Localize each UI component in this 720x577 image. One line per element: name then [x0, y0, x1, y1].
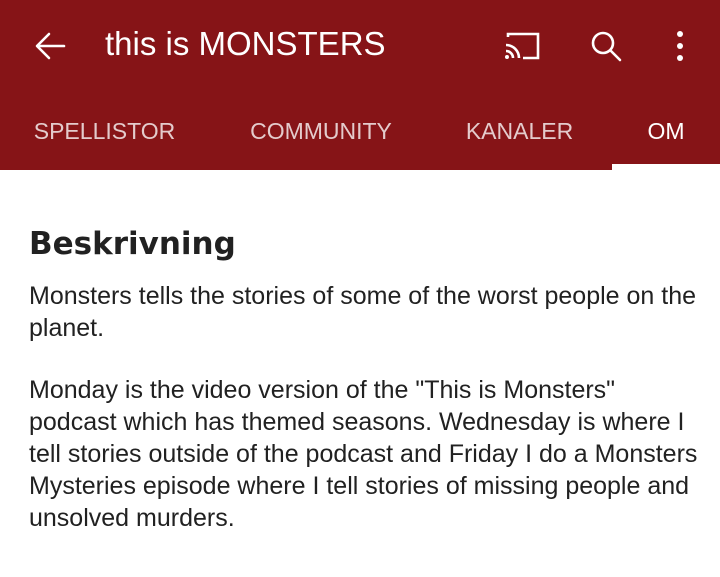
active-tab-indicator [612, 164, 720, 170]
search-icon [591, 31, 622, 62]
description-heading: Beskrivning [29, 226, 236, 262]
top-toolbar: this is MONSTERS [0, 0, 720, 90]
tab-playlists[interactable]: SPELLISTOR [22, 100, 187, 162]
cast-icon [505, 32, 540, 60]
about-section: Beskrivning Monsters tells the stories o… [29, 222, 699, 564]
tab-about[interactable]: OM [612, 100, 720, 162]
back-button[interactable] [28, 24, 72, 68]
tab-community[interactable]: COMMUNITY [236, 100, 406, 162]
tab-channels[interactable]: KANALER [453, 100, 586, 162]
app-bar: this is MONSTERS SPELLISTOR COMMUNITY KA… [0, 0, 720, 170]
description-paragraph-1: Monsters tells the stories of some of th… [29, 282, 697, 342]
tab-bar: SPELLISTOR COMMUNITY KANALER OM [0, 100, 720, 170]
description-paragraph-2: Monday is the video version of the "This… [29, 376, 698, 532]
search-button[interactable] [584, 24, 628, 68]
cast-button[interactable] [500, 24, 544, 68]
back-arrow-icon [35, 32, 66, 60]
more-vert-icon [677, 31, 683, 61]
channel-title: this is MONSTERS [105, 25, 386, 62]
more-options-button[interactable] [658, 24, 702, 68]
